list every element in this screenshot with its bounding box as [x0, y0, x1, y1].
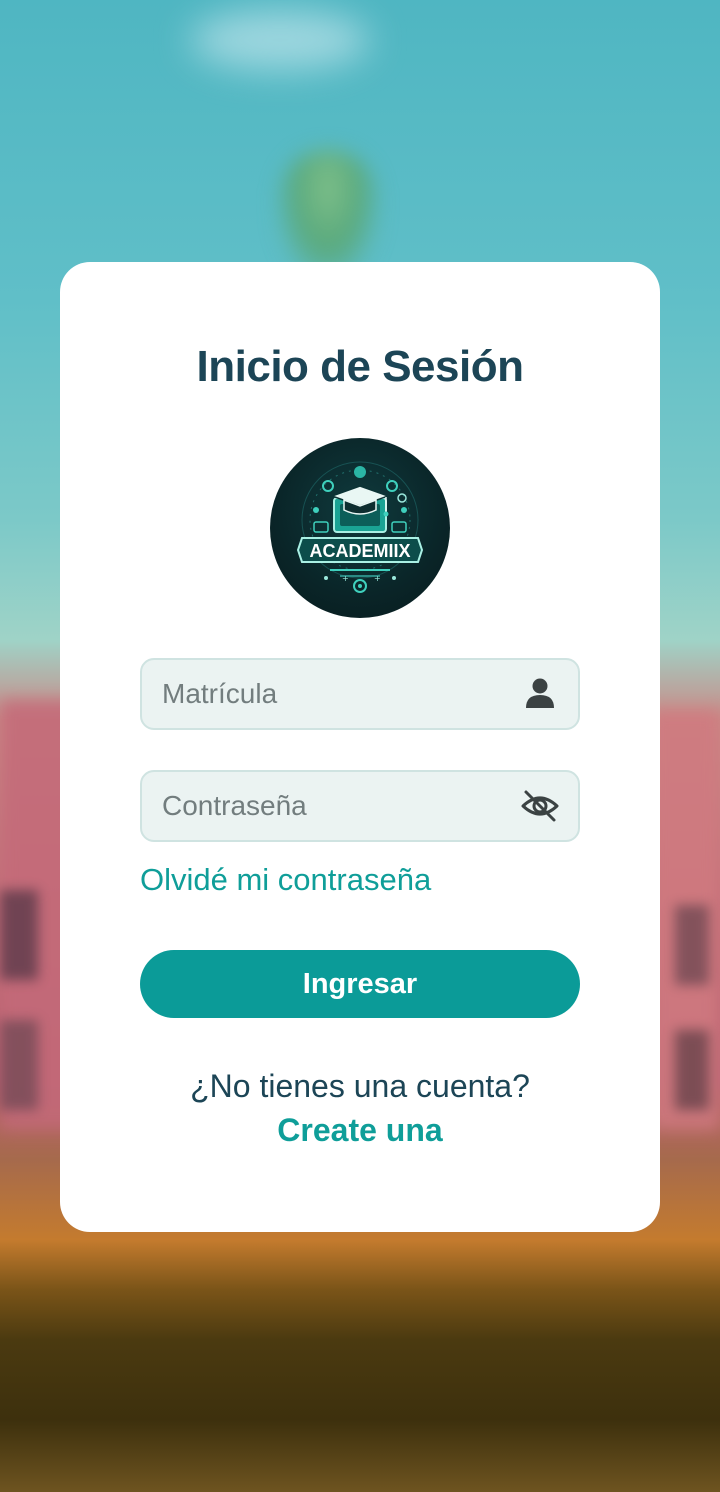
background-window [0, 890, 38, 980]
logo-text: ACADEMIIX [309, 541, 410, 561]
password-field[interactable] [140, 770, 580, 842]
svg-text:+: + [374, 574, 381, 583]
username-input[interactable] [162, 660, 502, 728]
eye-off-icon[interactable] [520, 786, 560, 826]
page-title: Inicio de Sesión [196, 342, 524, 391]
academiix-logo: ACADEMIIX + + [270, 438, 450, 618]
create-account-link[interactable]: Create una [60, 1112, 660, 1149]
login-button[interactable]: Ingresar [140, 950, 580, 1018]
forgot-password-link[interactable]: Olvidé mi contraseña [140, 862, 431, 898]
background-tower [278, 150, 378, 280]
svg-text:+: + [342, 574, 349, 583]
background-cloud [190, 10, 370, 70]
logo-graphic: ACADEMIIX + + [296, 461, 424, 593]
login-card: Inicio de Sesión ACADEMIIX + + Matrícula… [60, 262, 660, 1232]
background-window [675, 905, 709, 985]
background-window [0, 1020, 38, 1110]
background-window [675, 1030, 709, 1110]
username-field[interactable] [140, 658, 580, 730]
password-input[interactable] [162, 772, 502, 840]
user-icon [526, 678, 554, 708]
no-account-text: ¿No tienes una cuenta? [190, 1068, 530, 1104]
